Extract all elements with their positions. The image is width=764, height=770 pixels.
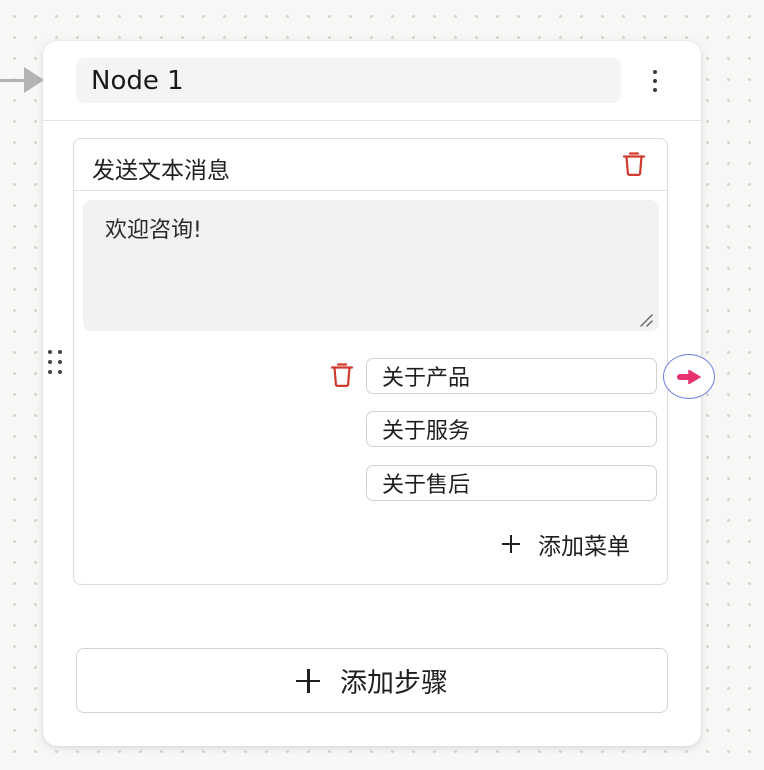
add-step-button[interactable]: 添加步骤 bbox=[76, 648, 668, 713]
step-header: 发送文本消息 bbox=[74, 139, 667, 191]
node-card: 发送文本消息 欢迎咨询! bbox=[43, 41, 701, 746]
option-connector-handle[interactable] bbox=[663, 354, 715, 399]
drag-dot bbox=[58, 350, 62, 354]
node-title-input[interactable] bbox=[76, 58, 621, 103]
drag-handle-icon[interactable] bbox=[48, 350, 66, 376]
more-vertical-icon-dot bbox=[653, 88, 657, 92]
step-title: 发送文本消息 bbox=[92, 158, 230, 184]
plus-icon bbox=[502, 535, 520, 553]
resize-handle-icon[interactable] bbox=[639, 313, 653, 327]
add-step-label: 添加步骤 bbox=[340, 668, 448, 699]
header-divider bbox=[43, 120, 701, 121]
add-menu-label: 添加菜单 bbox=[538, 534, 630, 560]
drag-dot bbox=[58, 370, 62, 374]
incoming-arrow-icon bbox=[24, 67, 44, 93]
arrow-right-icon bbox=[677, 369, 701, 384]
node-menu-button[interactable] bbox=[640, 63, 670, 99]
menu-option-input[interactable] bbox=[366, 358, 657, 394]
more-vertical-icon-dot bbox=[653, 79, 657, 83]
menu-option-input[interactable] bbox=[366, 411, 657, 447]
add-menu-button[interactable]: 添加菜单 bbox=[502, 527, 630, 561]
drag-dot bbox=[48, 350, 52, 354]
plus-icon bbox=[296, 668, 320, 693]
delete-option-trash-icon[interactable] bbox=[330, 361, 354, 388]
drag-dot bbox=[58, 360, 62, 364]
more-vertical-icon bbox=[653, 70, 657, 74]
delete-step-trash-icon[interactable] bbox=[622, 150, 646, 177]
send-text-step: 发送文本消息 欢迎咨询! 关于产品 关于服务 关于售后 添加菜单 bbox=[73, 138, 668, 585]
menu-option-input[interactable] bbox=[366, 465, 657, 501]
drag-dot bbox=[48, 360, 52, 364]
message-textarea[interactable]: 欢迎咨询! bbox=[83, 200, 659, 331]
drag-dot bbox=[48, 370, 52, 374]
